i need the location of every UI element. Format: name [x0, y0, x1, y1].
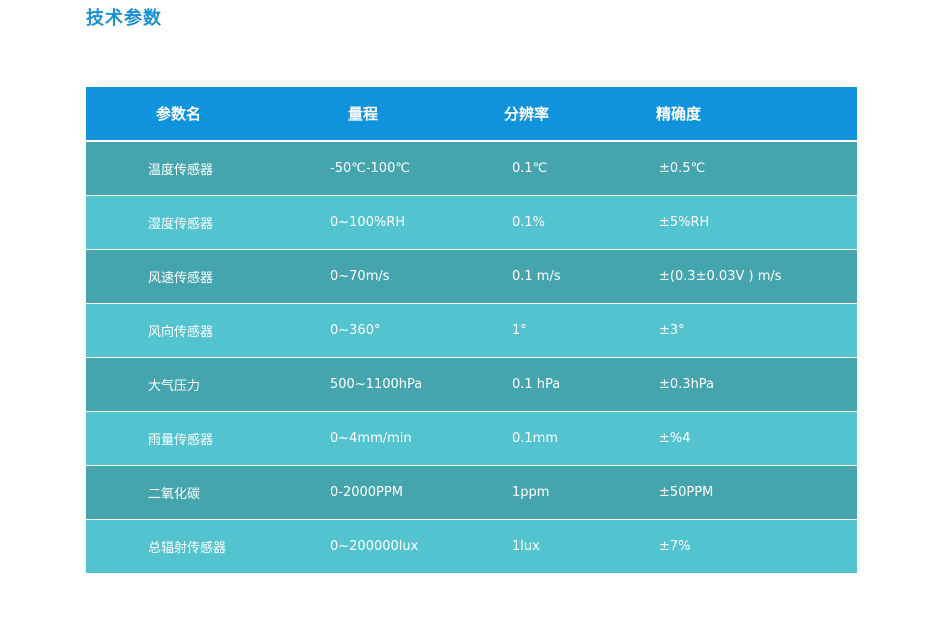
cell-range: 0~4mm/min	[330, 431, 412, 446]
cell-param-name: 湿度传感器	[148, 217, 214, 232]
cell-accuracy: ±0.3hPa	[659, 377, 715, 392]
cell-resolution: 1lux	[512, 539, 540, 554]
cell-resolution: 0.1mm	[512, 431, 559, 446]
cell-param-name: 雨量传感器	[148, 433, 214, 448]
cell-param-name: 风速传感器	[148, 271, 214, 286]
cell-range: 0~360°	[330, 323, 381, 338]
header-param-name: 参数名	[156, 105, 202, 123]
spec-table: 参数名 量程 分辨率 精确度 温度传感器 -50℃-100℃ 0.1℃ ±0.5…	[86, 87, 857, 574]
cell-param-name: 二氧化碳	[148, 487, 201, 502]
cell-accuracy: ±%4	[659, 431, 691, 446]
header-range: 量程	[348, 105, 379, 123]
page-title: 技术参数	[86, 8, 162, 29]
cell-accuracy: ±7%	[659, 539, 691, 554]
cell-resolution: 0.1℃	[512, 161, 548, 176]
table-row: 湿度传感器 0~100%RH 0.1% ±5%RH	[86, 196, 857, 249]
header-resolution: 分辨率	[504, 105, 550, 123]
cell-resolution: 1°	[512, 323, 527, 338]
cell-param-name: 温度传感器	[148, 163, 214, 178]
cell-range: 500~1100hPa	[330, 377, 423, 392]
table-header-row: 参数名 量程 分辨率 精确度	[86, 87, 857, 140]
table-row: 总辐射传感器 0~200000lux 1lux ±7%	[86, 520, 857, 573]
cell-resolution: 0.1 hPa	[512, 377, 561, 392]
cell-param-name: 总辐射传感器	[148, 541, 227, 556]
table-row: 风速传感器 0~70m/s 0.1 m/s ±(0.3±0.03V ) m/s	[86, 250, 857, 303]
cell-range: 0~200000lux	[330, 539, 419, 554]
header-accuracy: 精确度	[656, 105, 702, 123]
cell-accuracy: ±50PPM	[659, 485, 714, 500]
cell-range: -50℃-100℃	[330, 161, 410, 176]
table-row: 二氧化碳 0-2000PPM 1ppm ±50PPM	[86, 466, 857, 519]
cell-accuracy: ±(0.3±0.03V ) m/s	[659, 269, 782, 284]
table-row: 风向传感器 0~360° 1° ±3°	[86, 304, 857, 357]
cell-resolution: 1ppm	[512, 485, 550, 500]
table-row: 大气压力 500~1100hPa 0.1 hPa ±0.3hPa	[86, 358, 857, 411]
table-row: 温度传感器 -50℃-100℃ 0.1℃ ±0.5℃	[86, 142, 857, 195]
cell-resolution: 0.1 m/s	[512, 269, 561, 284]
cell-param-name: 风向传感器	[148, 325, 214, 340]
cell-range: 0-2000PPM	[330, 485, 403, 500]
cell-resolution: 0.1%	[512, 215, 546, 230]
cell-range: 0~70m/s	[330, 269, 390, 284]
cell-accuracy: ±5%RH	[659, 215, 710, 230]
cell-range: 0~100%RH	[330, 215, 406, 230]
table-row: 雨量传感器 0~4mm/min 0.1mm ±%4	[86, 412, 857, 465]
cell-accuracy: ±0.5℃	[659, 161, 706, 176]
cell-param-name: 大气压力	[148, 379, 201, 394]
cell-accuracy: ±3°	[659, 323, 685, 338]
